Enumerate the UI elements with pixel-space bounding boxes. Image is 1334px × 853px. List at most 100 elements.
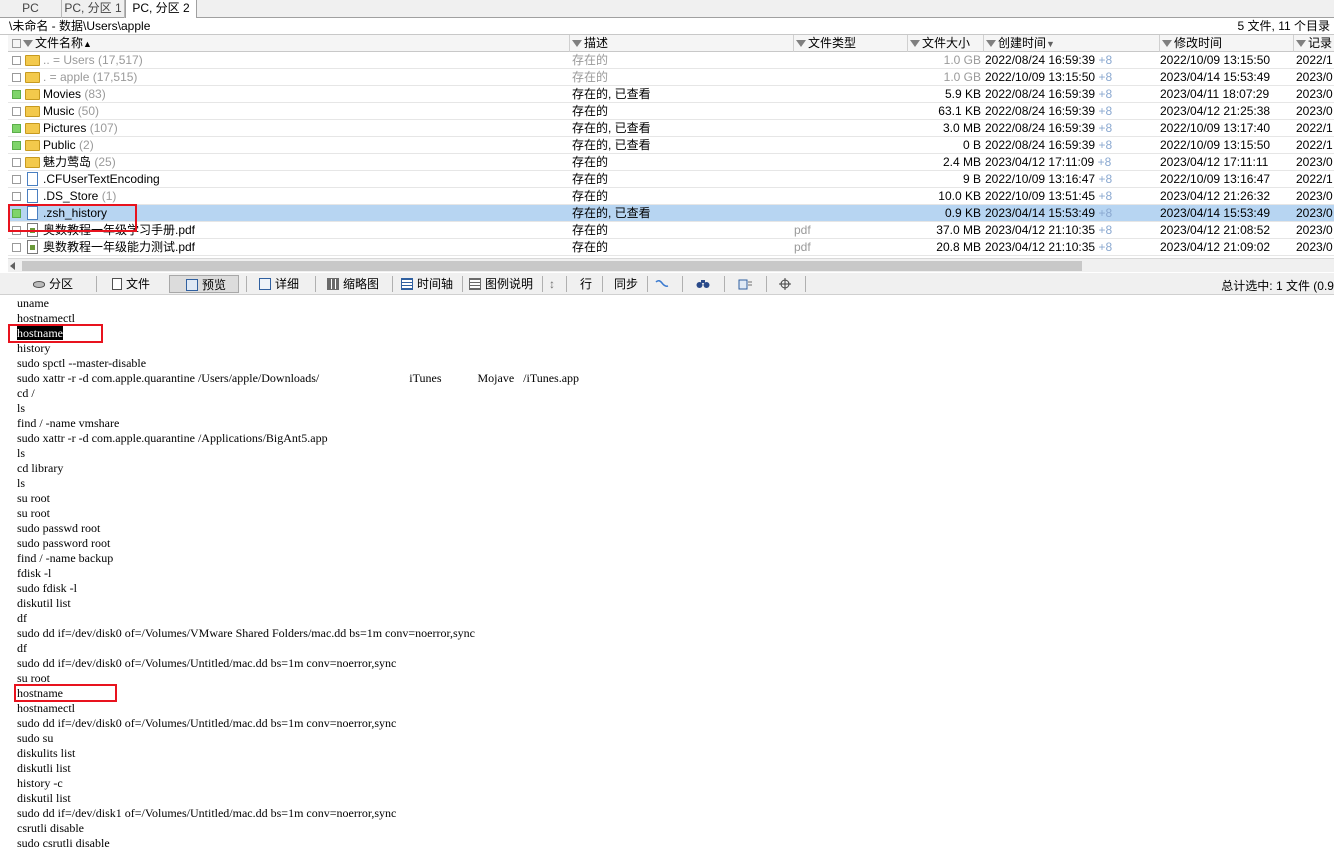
filter-icon[interactable]: [1296, 40, 1306, 48]
preview-line-text: ls: [17, 476, 26, 490]
tab-pc-partition-1[interactable]: PC, 分区 1: [62, 0, 125, 18]
preview-line: diskutil list: [17, 791, 71, 806]
folder-icon: [25, 157, 40, 168]
row-checkbox[interactable]: [12, 209, 21, 218]
details-button[interactable]: 详细: [259, 275, 299, 293]
file-button[interactable]: 文件: [112, 275, 150, 293]
file-name: Public: [43, 138, 76, 152]
table-row[interactable]: Pictures (107) 存在的, 已查看 3.0 MB 2022/08/24 1…: [8, 120, 1334, 137]
path-bar: \未命名 - 数据\Users\apple 5 文件, 11 个目录: [0, 18, 1334, 35]
row-checkbox[interactable]: [12, 175, 21, 184]
preview-line-text: sudo csrutli disable: [17, 836, 110, 850]
column-description-label: 描述: [584, 36, 609, 50]
file-name-cell: Pictures (107): [43, 120, 568, 136]
preview-button[interactable]: 预览: [169, 275, 239, 293]
modified-cell: 2023/04/11 18:07:29: [1160, 87, 1270, 101]
binoculars-icon[interactable]: [690, 275, 716, 293]
tab-pc[interactable]: PC: [0, 0, 62, 18]
filter-icon[interactable]: [796, 40, 806, 48]
row-height-icon[interactable]: ↕: [549, 275, 555, 293]
table-row[interactable]: 奥数教程一年级学习手册.pdf 存在的 pdf 37.0 MB 2023/04/12 …: [8, 222, 1334, 239]
file-type-cell: [794, 103, 904, 119]
filter-icon[interactable]: [986, 40, 996, 48]
table-row[interactable]: . = apple (17,515) 存在的 1.0 GB 2022/10/09 13…: [8, 69, 1334, 86]
column-description[interactable]: 描述: [570, 35, 794, 52]
legend-button[interactable]: 图例说明: [469, 275, 533, 293]
folder-icon: [25, 123, 40, 134]
preview-line-text: find / -name vmshare: [17, 416, 120, 430]
column-file-size[interactable]: 文件大小: [908, 35, 984, 52]
row-checkbox[interactable]: [12, 56, 21, 65]
record-cell: 2022/1: [1296, 138, 1333, 152]
toolbar-divider: [766, 276, 767, 292]
tab-pc-partition-2[interactable]: PC, 分区 2: [125, 0, 197, 19]
row-checkbox[interactable]: [12, 90, 21, 99]
scroll-left-icon[interactable]: [10, 262, 15, 270]
table-row[interactable]: Public (2) 存在的, 已查看 0 B 2022/08/24 16:59:39…: [8, 137, 1334, 154]
created-time: 2023/04/12 21:10:35: [985, 240, 1096, 254]
timezone-offset: +8: [1098, 172, 1113, 186]
column-name[interactable]: 文件名称▲: [8, 35, 570, 52]
timeline-button[interactable]: 时间轴: [401, 275, 453, 293]
table-row[interactable]: .DS_Store (1) 存在的 10.0 KB 2022/10/09 13:51:…: [8, 188, 1334, 205]
table-row[interactable]: Music (50) 存在的 63.1 KB 2022/08/24 16:59:39 …: [8, 103, 1334, 120]
row-button[interactable]: 行: [580, 275, 592, 293]
file-size-cell: 0.9 KB: [944, 206, 981, 220]
row-checkbox[interactable]: [12, 107, 21, 116]
file-name: . = apple: [43, 70, 90, 84]
column-record[interactable]: 记录: [1294, 35, 1334, 52]
select-all-checkbox[interactable]: [12, 39, 21, 48]
crosshair-icon[interactable]: [771, 275, 801, 293]
preview-line: su root: [17, 506, 50, 521]
row-checkbox[interactable]: [12, 243, 21, 252]
partition-button[interactable]: 分区: [33, 275, 73, 293]
folder-icon: [25, 55, 40, 66]
wave-icon[interactable]: [655, 275, 669, 293]
created-time: 2022/10/09 13:15:50: [985, 70, 1096, 84]
row-checkbox[interactable]: [12, 158, 21, 167]
created-cell: 2023/04/12 21:10:35 +8: [985, 239, 1159, 255]
description-cell: 存在的: [572, 240, 609, 254]
table-row[interactable]: 魅力莺岛 (25) 存在的 2.4 MB 2023/04/12 17:11:09 +8…: [8, 154, 1334, 171]
file-name-cell: Public (2): [43, 137, 568, 153]
thumbnails-button[interactable]: 缩略图: [327, 275, 379, 293]
text-preview-pane[interactable]: uname hostnamectl hostname history sudo spct…: [0, 296, 1334, 853]
export-icon[interactable]: [730, 275, 760, 293]
row-checkbox[interactable]: [12, 226, 21, 235]
row-checkbox[interactable]: [12, 141, 21, 150]
preview-line-text: su root: [17, 491, 50, 505]
filter-icon[interactable]: [23, 40, 33, 48]
filter-icon[interactable]: [910, 40, 920, 48]
file-name: 奥数教程一年级能力测试.pdf: [43, 240, 196, 254]
table-row[interactable]: 奥数教程一年级能力测试.pdf 存在的 pdf 20.8 MB 2023/04/12 …: [8, 239, 1334, 256]
column-created[interactable]: 创建时间▼: [984, 35, 1160, 52]
row-checkbox[interactable]: [12, 124, 21, 133]
file-name-cell: .CFUserTextEncoding: [43, 171, 568, 187]
preview-line: su root: [17, 491, 50, 506]
filter-icon[interactable]: [1162, 40, 1172, 48]
toolbar-divider: [246, 276, 247, 292]
toolbar-divider: [542, 276, 543, 292]
horizontal-scrollbar[interactable]: [8, 258, 1334, 272]
created-time: 2022/08/24 16:59:39: [985, 138, 1096, 152]
preview-line-text: df: [17, 611, 27, 625]
scrollbar-thumb[interactable]: [22, 261, 1082, 271]
preview-line: su root: [17, 671, 50, 686]
item-count-badge: (17,517): [98, 53, 143, 67]
description-cell: 存在的, 已查看: [572, 206, 651, 220]
created-cell: 2022/10/09 13:51:45 +8: [985, 188, 1159, 204]
preview-line: cd library: [17, 461, 63, 476]
file-name: Pictures: [43, 121, 87, 135]
table-row[interactable]: .CFUserTextEncoding 存在的 9 B 2022/10/09 13:…: [8, 171, 1334, 188]
preview-line-text: uname: [17, 296, 49, 310]
row-checkbox[interactable]: [12, 192, 21, 201]
file-type-cell: [794, 69, 904, 85]
filter-icon[interactable]: [572, 40, 582, 48]
column-file-type[interactable]: 文件类型: [794, 35, 908, 52]
table-row[interactable]: .zsh_history 存在的, 已查看 0.9 KB 2023/04/14 15…: [8, 205, 1334, 222]
table-row[interactable]: Movies (83) 存在的, 已查看 5.9 KB 2022/08/24 16:5…: [8, 86, 1334, 103]
sync-button[interactable]: 同步: [614, 275, 638, 293]
table-row[interactable]: .. = Users (17,517) 存在的 1.0 GB 2022/08/24 1…: [8, 52, 1334, 69]
column-modified[interactable]: 修改时间: [1160, 35, 1294, 52]
row-checkbox[interactable]: [12, 73, 21, 82]
